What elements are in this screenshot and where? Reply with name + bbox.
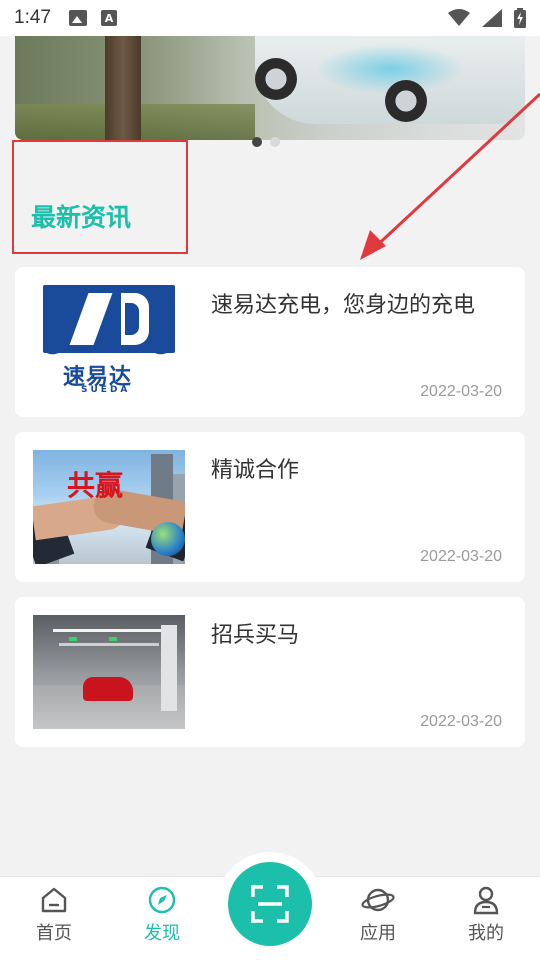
news-item[interactable]: e e 速易达 SUEDA 速易达充电，您身边的充电 2022-03-20 xyxy=(15,267,525,417)
scan-button[interactable] xyxy=(228,862,312,946)
nav-item-apps[interactable]: 应用 xyxy=(338,885,418,945)
news-item[interactable]: 招兵买马 2022-03-20 xyxy=(15,597,525,747)
logo-en-text: SUEDA xyxy=(81,385,131,395)
nav-label-discover: 发现 xyxy=(144,923,180,944)
status-left-icons: A xyxy=(68,10,117,26)
section-title: 最新资讯 xyxy=(31,203,132,232)
signal-icon xyxy=(482,9,502,27)
nav-item-discover[interactable]: 发现 xyxy=(122,885,202,945)
carousel-dot[interactable] xyxy=(270,137,280,147)
battery-charging-icon xyxy=(514,8,526,28)
banner-wheel xyxy=(255,58,297,100)
user-icon xyxy=(473,886,499,915)
status-right-icons xyxy=(448,8,526,28)
news-title: 速易达充电，您身边的充电 xyxy=(211,293,476,318)
news-item[interactable]: 共赢 精诚合作 2022-03-20 xyxy=(15,432,525,582)
logo-letter: e xyxy=(151,331,169,361)
news-title: 招兵买马 xyxy=(211,623,300,648)
annotation-highlight-box xyxy=(12,140,188,254)
status-time: 1:47 xyxy=(14,7,51,28)
nav-item-mine[interactable]: 我的 xyxy=(446,885,526,945)
carousel-indicator xyxy=(252,137,280,147)
carousel-dot-active[interactable] xyxy=(252,137,262,147)
compass-icon xyxy=(148,886,176,914)
nav-label-mine: 我的 xyxy=(468,923,504,944)
globe-icon xyxy=(151,522,185,556)
banner-tree xyxy=(105,36,141,140)
news-date: 2022-03-20 xyxy=(420,713,502,730)
news-thumbnail-handshake: 共赢 xyxy=(33,450,185,564)
planet-icon xyxy=(361,888,395,912)
logo-letter: e xyxy=(43,331,61,361)
wifi-icon xyxy=(448,9,470,26)
news-thumbnail-sueda-logo: e e 速易达 SUEDA xyxy=(33,285,185,399)
news-date: 2022-03-20 xyxy=(420,383,502,400)
red-car xyxy=(83,677,133,701)
font-a-icon: A xyxy=(100,10,117,26)
image-icon xyxy=(68,10,87,26)
home-icon xyxy=(41,887,67,913)
nav-label-home: 首页 xyxy=(36,923,72,944)
scan-icon xyxy=(251,885,289,923)
annotation-arrow xyxy=(360,92,540,260)
news-thumbnail-parking-garage xyxy=(33,615,185,729)
screen: 1:47 A 最新资讯 e e 速易达 SUEDA 速易达充电，您身边的充电 2… xyxy=(0,0,540,960)
nav-label-apps: 应用 xyxy=(360,923,396,944)
status-bar: 1:47 A xyxy=(0,0,540,36)
news-date: 2022-03-20 xyxy=(420,548,502,565)
news-title: 精诚合作 xyxy=(211,458,300,483)
thumb-calligraphy: 共赢 xyxy=(67,469,124,502)
nav-item-home[interactable]: 首页 xyxy=(14,885,94,945)
